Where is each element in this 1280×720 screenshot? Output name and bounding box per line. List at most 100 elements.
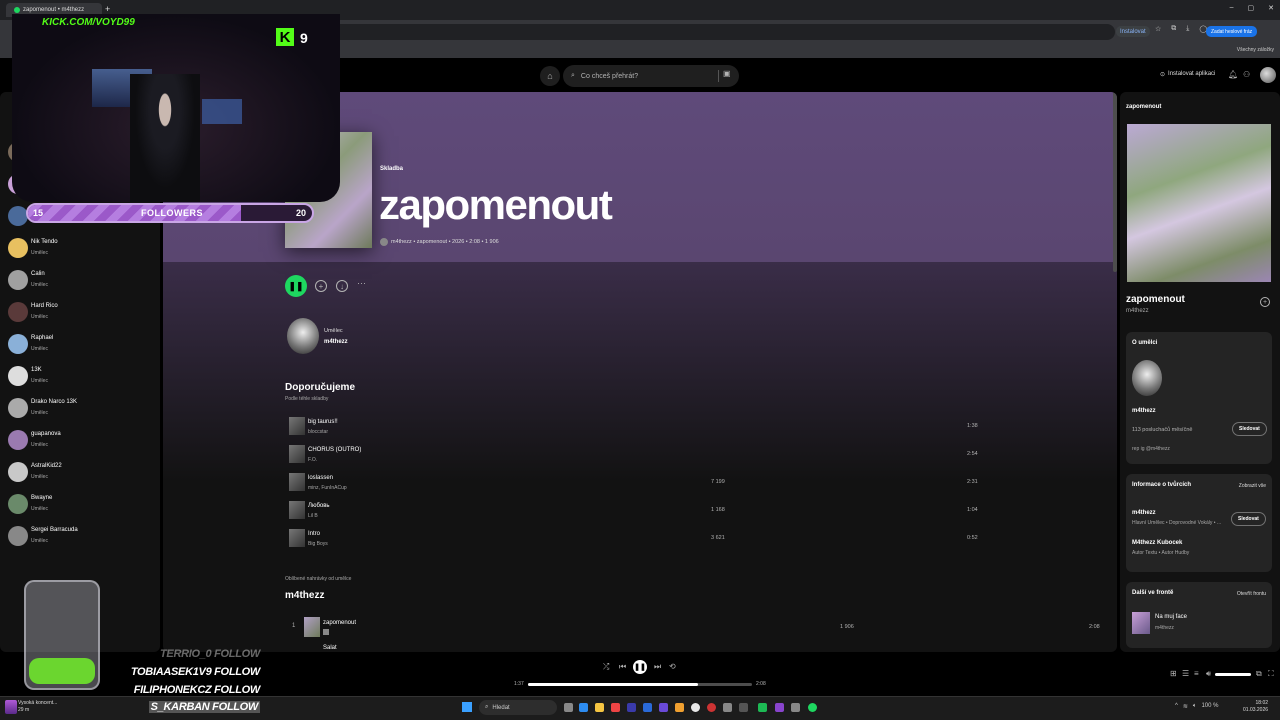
library-item[interactable]: Bwayne Umělec bbox=[8, 492, 158, 520]
app-icon[interactable] bbox=[791, 703, 800, 712]
next-icon[interactable]: ⏭︎ bbox=[654, 662, 661, 672]
panel-add-button[interactable]: + bbox=[1260, 297, 1270, 307]
weather-widget[interactable]: Vysoká koncent... 29 m bbox=[18, 700, 57, 714]
app-icon[interactable] bbox=[758, 703, 767, 712]
player-pause-button[interactable]: ❚❚ bbox=[633, 660, 647, 674]
miniplayer-icon[interactable]: ⧉ bbox=[1256, 669, 1262, 679]
tray-chevron-icon[interactable]: ^ bbox=[1175, 703, 1178, 710]
track-artist[interactable]: bloccstar bbox=[308, 429, 328, 435]
install-app-link[interactable]: ⊙ Instalovat aplikaci bbox=[1160, 71, 1215, 78]
recommended-track-row[interactable]: loslassen minz, FunInACup 7 199 2:31 bbox=[285, 470, 1105, 496]
star-icon[interactable]: ☆ bbox=[1155, 25, 1161, 33]
follow-artist-button[interactable]: Sledovat bbox=[1232, 422, 1267, 436]
install-button[interactable]: Instalovat bbox=[1116, 26, 1150, 37]
password-button[interactable]: Zadat heslové fráz bbox=[1206, 26, 1258, 37]
artist-name-link[interactable]: m4thezz bbox=[324, 339, 348, 345]
edge-icon[interactable] bbox=[579, 703, 588, 712]
all-bookmarks[interactable]: Všechny záložky bbox=[1237, 47, 1274, 53]
battery-label[interactable]: 100 % bbox=[1201, 703, 1218, 710]
file-explorer-icon[interactable] bbox=[595, 703, 604, 712]
recommended-track-row[interactable]: Intro Big Boys 3 621 0:52 bbox=[285, 526, 1105, 552]
fullscreen-icon[interactable]: ⛶ bbox=[1268, 669, 1274, 679]
speaker-icon[interactable]: 🔈︎ bbox=[1193, 703, 1197, 710]
app-icon[interactable] bbox=[723, 703, 732, 712]
task-view-icon[interactable] bbox=[564, 703, 573, 712]
track-name[interactable]: big taurus!! bbox=[308, 419, 338, 425]
home-button[interactable]: ⌂ bbox=[540, 66, 560, 86]
popular-track-row[interactable]: 1 zapomenout 1 906 2:08 bbox=[285, 614, 1105, 640]
photoshop-icon[interactable] bbox=[643, 703, 652, 712]
extensions-icon[interactable]: ⧉ bbox=[1171, 25, 1176, 33]
more-options-icon[interactable]: ··· bbox=[357, 278, 366, 288]
open-queue-link[interactable]: Otevřít frontu bbox=[1237, 591, 1266, 597]
app-icon[interactable] bbox=[739, 703, 748, 712]
popular-track-row-2-name[interactable]: Salat bbox=[323, 645, 337, 651]
library-item[interactable]: AstralKid22 Umělec bbox=[8, 460, 158, 488]
track-name[interactable]: CHORUS (OUTRO) bbox=[308, 447, 361, 453]
app-icon[interactable] bbox=[675, 703, 684, 712]
volume-icon[interactable]: 🔊︎ bbox=[1206, 669, 1211, 679]
queue-icon[interactable]: ≡ bbox=[1194, 669, 1199, 678]
taskbar-clock[interactable]: 18:02 01.03.2026 bbox=[1243, 700, 1268, 714]
credit-name[interactable]: M4thezz Kubocek bbox=[1132, 540, 1182, 546]
panel-track-artist[interactable]: m4thezz bbox=[1126, 308, 1149, 314]
lyrics-icon[interactable]: ☰ bbox=[1182, 669, 1189, 678]
library-item[interactable]: Nik Tendo Umělec bbox=[8, 236, 158, 264]
recommended-track-row[interactable]: CHORUS (OUTRO) F.O. 2:54 bbox=[285, 442, 1105, 468]
windows-start-icon[interactable] bbox=[462, 702, 472, 712]
main-scrollbar[interactable] bbox=[1113, 92, 1117, 272]
library-item[interactable]: guapanova Umělec bbox=[8, 428, 158, 456]
volume-slider[interactable] bbox=[1215, 673, 1251, 676]
popular-artist-title[interactable]: m4thezz bbox=[285, 590, 324, 601]
library-item[interactable]: Hard Rico Umělec bbox=[8, 300, 158, 328]
track-name[interactable]: Intro bbox=[308, 531, 320, 537]
download-button[interactable]: ↓ bbox=[336, 280, 348, 292]
new-tab-icon[interactable]: + bbox=[105, 4, 110, 14]
notifications-bell-icon[interactable]: 🔔︎ bbox=[1228, 70, 1238, 79]
maximize-icon[interactable]: ▢ bbox=[1248, 4, 1255, 12]
friend-activity-icon[interactable]: ⚇ bbox=[1243, 70, 1250, 79]
queue-item-name[interactable]: Na muj face bbox=[1155, 614, 1187, 620]
browse-icon[interactable]: ▣ bbox=[723, 69, 731, 78]
app-icon[interactable] bbox=[775, 703, 784, 712]
track-artist[interactable]: Big Boys bbox=[308, 541, 328, 547]
app-icon[interactable] bbox=[707, 703, 716, 712]
credits-show-all-link[interactable]: Zobrazit vše bbox=[1239, 483, 1266, 489]
track-artist[interactable]: F.O. bbox=[308, 457, 317, 463]
track-name[interactable]: zapomenout bbox=[323, 620, 356, 626]
wifi-icon[interactable]: ≋ bbox=[1183, 703, 1188, 710]
download-icon[interactable]: ⤓ bbox=[1186, 25, 1189, 33]
recommended-track-row[interactable]: Любовь Lil B 1 168 1:04 bbox=[285, 498, 1105, 524]
repeat-icon[interactable]: ⟲ bbox=[669, 662, 676, 671]
library-item[interactable]: Calin Umělec bbox=[8, 268, 158, 296]
credit-follow-button[interactable]: Sledovat bbox=[1231, 512, 1266, 526]
user-avatar[interactable] bbox=[1260, 67, 1276, 83]
now-playing-view-icon[interactable]: ⊞ bbox=[1170, 669, 1177, 678]
track-name[interactable]: Любовь bbox=[308, 503, 330, 509]
shuffle-icon[interactable]: ⤮ bbox=[603, 662, 609, 672]
credit-name[interactable]: m4thezz bbox=[1132, 510, 1156, 516]
artist-image[interactable] bbox=[287, 318, 319, 354]
app-icon[interactable] bbox=[659, 703, 668, 712]
about-artist-card[interactable]: O umělci m4thezz 113 posluchačů měsíčně … bbox=[1126, 332, 1272, 464]
add-to-library-button[interactable]: + bbox=[315, 280, 327, 292]
track-artist[interactable]: minz, FunInACup bbox=[308, 485, 347, 491]
opera-icon[interactable] bbox=[611, 703, 620, 712]
premiere-icon[interactable] bbox=[627, 703, 636, 712]
track-meta-text[interactable]: m4thezz • zapomenout • 2026 • 2:08 • 1 9… bbox=[391, 239, 499, 245]
play-pause-button[interactable]: ❚❚ bbox=[285, 275, 307, 297]
minimize-icon[interactable]: – bbox=[1230, 4, 1234, 12]
library-item[interactable]: 13K Umělec bbox=[8, 364, 158, 392]
track-name[interactable]: loslassen bbox=[308, 475, 333, 481]
library-item[interactable]: Raphael Umělec bbox=[8, 332, 158, 360]
track-artist[interactable]: Lil B bbox=[308, 513, 318, 519]
recommended-track-row[interactable]: big taurus!! bloccstar 1:38 bbox=[285, 414, 1105, 440]
panel-track-title[interactable]: zapomenout bbox=[1126, 294, 1185, 305]
spotify-icon[interactable] bbox=[808, 703, 817, 712]
search-input[interactable]: ⌕ Co chceš přehrát? ▣ bbox=[563, 65, 739, 87]
library-item[interactable]: Sergei Barracuda Umělec bbox=[8, 524, 158, 552]
close-window-icon[interactable]: ✕ bbox=[1268, 4, 1274, 12]
taskbar-search[interactable]: ⌕ Hledat bbox=[479, 700, 557, 715]
progress-bar[interactable] bbox=[528, 683, 752, 686]
previous-icon[interactable]: ⏮︎ bbox=[619, 662, 626, 672]
